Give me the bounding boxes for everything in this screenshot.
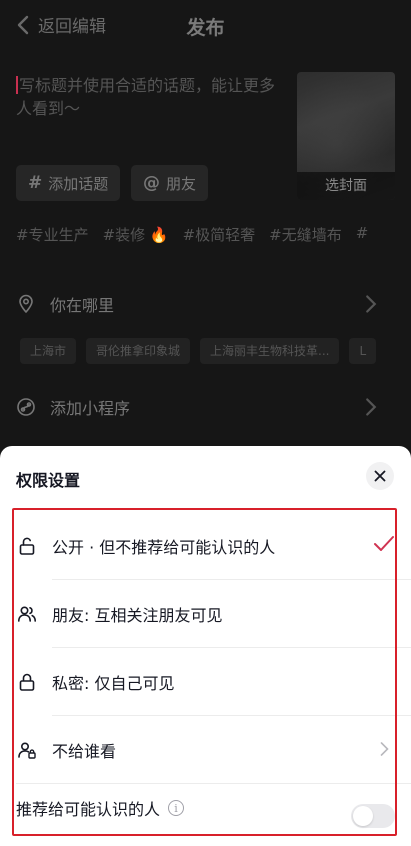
recommend-toggle[interactable] — [351, 804, 395, 828]
tag-item[interactable]: #专业生产 — [16, 224, 89, 245]
toggle-knob — [353, 806, 373, 826]
option-private[interactable]: 私密: 仅自己可见 — [16, 648, 397, 715]
tag-item[interactable]: #极简轻奢 — [183, 224, 256, 245]
recommend-row: 推荐给可能认识的人 i — [16, 796, 185, 820]
page-title: 发布 — [186, 17, 225, 39]
info-icon[interactable]: i — [168, 800, 185, 816]
description-placeholder: 写标题并使用合适的话题，能让更多人看到～ — [16, 76, 276, 118]
location-label: 你在哪里 — [50, 296, 115, 315]
option-label: 不给谁看 — [52, 741, 117, 761]
cover-picker[interactable]: 选封面 — [297, 72, 395, 200]
user-blocked-icon — [16, 739, 38, 761]
lock-icon — [16, 671, 38, 693]
mention-friend-button[interactable]: @ 朋友 — [131, 165, 209, 201]
tag-item[interactable]: #装修 🔥 — [103, 224, 169, 245]
option-label: 朋友: 互相关注朋友可见 — [52, 605, 223, 625]
unlock-icon — [16, 535, 38, 557]
mini-program-label: 添加小程序 — [50, 399, 131, 418]
chevron-right-icon — [366, 295, 377, 313]
chevron-right-icon — [380, 742, 389, 756]
suggested-tags: #专业生产 #装修 🔥 #极简轻奢 #无缝墙布 # — [16, 224, 368, 245]
option-label: 私密: 仅自己可见 — [52, 673, 175, 693]
top-bar: 返回编辑 发布 — [0, 0, 411, 50]
location-chip[interactable]: 上海市 — [20, 338, 77, 364]
option-public[interactable]: 公开 · 但不推荐给可能认识的人 — [16, 512, 397, 579]
recommend-label: 推荐给可能认识的人 — [16, 800, 161, 819]
mini-program-icon — [17, 398, 35, 416]
tag-item[interactable]: #无缝墙布 — [269, 224, 342, 245]
tag-item[interactable]: # — [356, 224, 369, 245]
checkmark-icon — [374, 536, 394, 551]
close-icon — [374, 470, 386, 482]
location-chip[interactable]: 上海丽丰生物科技革... — [200, 338, 340, 364]
add-topic-button[interactable]: # 添加话题 — [16, 165, 121, 201]
option-label: 公开 · 但不推荐给可能认识的人 — [52, 537, 276, 557]
add-topic-label: 添加话题 — [48, 174, 109, 193]
mention-friend-label: 朋友 — [166, 174, 197, 193]
option-friends[interactable]: 朋友: 互相关注朋友可见 — [16, 580, 397, 647]
location-suggestions: 上海市 哥伦推拿印象城 上海丽丰生物科技革... L — [20, 338, 377, 364]
divider — [16, 783, 411, 784]
text-caret — [16, 76, 18, 94]
friends-icon — [16, 603, 38, 625]
sheet-title: 权限设置 — [16, 471, 81, 490]
description-input[interactable]: 写标题并使用合适的话题，能让更多人看到～ — [16, 74, 286, 120]
chevron-right-icon — [366, 398, 377, 416]
hashtag-icon: # — [28, 173, 43, 193]
cover-label: 选封面 — [297, 172, 395, 200]
location-chip[interactable]: L — [349, 338, 377, 364]
mini-program-row[interactable]: 添加小程序 — [16, 395, 395, 419]
close-button[interactable] — [366, 462, 394, 490]
permission-sheet: 权限设置 公开 · 但不推荐给可能认识的人 朋友: 互相关注朋友可见 私密: 仅… — [0, 446, 411, 846]
location-pin-icon — [19, 294, 33, 314]
location-row[interactable]: 你在哪里 — [16, 292, 395, 316]
option-hide-from[interactable]: 不给谁看 — [16, 716, 397, 783]
at-icon: @ — [143, 173, 160, 193]
location-chip[interactable]: 哥伦推拿印象城 — [86, 338, 191, 364]
